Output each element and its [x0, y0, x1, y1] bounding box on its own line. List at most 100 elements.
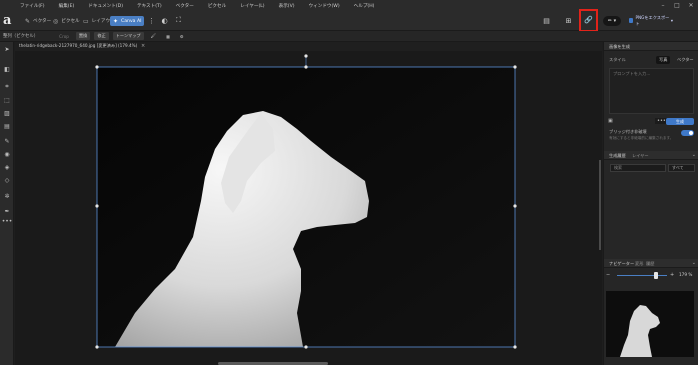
context-label: 整列（ピクセル）	[3, 34, 39, 39]
menu-help[interactable]: ヘルプ(H)	[346, 3, 381, 9]
chevron-down-icon[interactable]: ⌄	[692, 152, 696, 158]
generative-panel-header: 画像を生成	[604, 42, 698, 51]
tonemap-button[interactable]: トーンマップ	[112, 32, 144, 40]
filter-select[interactable]: すべて	[668, 164, 695, 172]
app-logo[interactable]: a	[3, 13, 17, 28]
window-controls: – □ ✕	[656, 0, 698, 11]
menu-document[interactable]: ドキュメント(D)	[80, 3, 129, 9]
fill-tool-icon[interactable]: ◉	[3, 150, 11, 158]
tab-layers[interactable]: レイヤー	[632, 153, 649, 159]
brush-tool-icon[interactable]: ✎	[3, 137, 11, 145]
menu-file[interactable]: ファイル(F)	[12, 3, 51, 9]
tab-transform[interactable]: 変形	[635, 261, 643, 267]
gear-icon[interactable]: ⚙	[177, 33, 187, 40]
crop-button[interactable]: Crop	[56, 33, 72, 40]
more-options-icon[interactable]: ⋮	[146, 15, 157, 26]
menu-text[interactable]: テキスト(T)	[129, 3, 168, 9]
handle-bottom-left[interactable]	[95, 345, 99, 349]
zoom-value[interactable]: 179 %	[679, 272, 692, 277]
handle-left[interactable]	[95, 204, 99, 208]
vertical-scrollbar[interactable]	[599, 160, 601, 250]
fix-button[interactable]: 修正	[94, 32, 109, 40]
persona-vector-label: ベクター	[33, 19, 52, 24]
image-tool-icon[interactable]: ▨	[3, 109, 11, 117]
tab-navigator[interactable]: ナビゲーター	[609, 261, 634, 267]
menu-edit[interactable]: 編集(E)	[51, 3, 81, 9]
prompt-input[interactable]: プロンプトを入力...	[609, 68, 694, 114]
selection-tool-icon[interactable]: ⬚	[3, 96, 11, 104]
pen-tool-icon[interactable]: ✒	[3, 207, 11, 215]
persona-canva-ai-label: Canva AI	[121, 18, 142, 24]
replace-button[interactable]: 置換	[75, 32, 91, 40]
minimize-icon[interactable]: –	[656, 0, 670, 11]
export-icon	[629, 18, 634, 23]
more-tools-icon[interactable]: •••	[2, 217, 13, 225]
zoom-slider-knob[interactable]	[654, 272, 658, 279]
chevron-down-icon: ▾	[669, 18, 673, 23]
maximize-icon[interactable]: □	[670, 0, 684, 11]
close-icon[interactable]: ✕	[684, 0, 698, 11]
zoom-slider-track[interactable]	[617, 275, 667, 276]
move-tool-icon[interactable]: ➤	[3, 45, 11, 53]
close-tab-icon[interactable]: ×	[141, 43, 145, 49]
clone-tool-icon[interactable]: ✲	[3, 192, 11, 200]
handle-top-right[interactable]	[513, 65, 517, 69]
fullscreen-icon[interactable]: ⛶	[173, 15, 184, 26]
context-toolbar: 整列（ピクセル） Crop 置換 修正 トーンマップ 🖌 ▦ ⚙	[0, 31, 698, 42]
menu-pixel[interactable]: ピクセル	[200, 3, 232, 9]
chevron-down-icon[interactable]: ⌄	[692, 260, 696, 266]
pixel-persona-icon: ◎	[53, 17, 59, 25]
tab-history[interactable]: 生成履歴	[609, 153, 626, 159]
export-png-button[interactable]: PNGをエクスポート ▾	[629, 14, 673, 26]
rotation-handle[interactable]	[304, 54, 308, 58]
persona-pixel-button[interactable]: ◎ ピクセル	[50, 16, 83, 26]
quick-mask-icon[interactable]: ◐	[159, 15, 170, 26]
handle-top[interactable]	[304, 65, 308, 69]
nondestructive-desc: 有効にすると非破壊的に編集されます。	[609, 136, 674, 140]
zoom-out-icon[interactable]: −	[606, 272, 610, 278]
handle-right[interactable]	[513, 204, 517, 208]
document-tabs: thelatin-ridgeback-2127970_640.jpg [変更済み…	[15, 42, 602, 51]
nondestructive-label: ブリッジ付き非破壊	[609, 129, 647, 134]
search-input[interactable]: 検索	[610, 164, 666, 172]
document-tab[interactable]: thelatin-ridgeback-2127970_640.jpg [変更済み…	[19, 43, 137, 49]
menu-window[interactable]: ウィンドウ(W)	[301, 3, 346, 9]
handle-bottom-right[interactable]	[513, 345, 517, 349]
zoom-in-icon[interactable]: +	[670, 272, 674, 278]
thumbnail-image	[620, 305, 660, 357]
persona-pixel-label: ピクセル	[61, 19, 80, 24]
paint-tool-icon[interactable]: ▤	[3, 122, 11, 130]
grid-icon[interactable]: ▦	[163, 33, 173, 40]
export-label: PNGをエクスポート	[635, 14, 670, 26]
menu-view[interactable]: 表示(V)	[271, 3, 301, 9]
navigator-thumbnail[interactable]	[606, 291, 694, 357]
shape-tool-icon[interactable]: ◇	[3, 176, 11, 184]
tools-panel: ➤ ◧ ⌗ ⬚ ▨ ▤ ✎ ◉ ◈ ◇ ✲ ✒ •••	[0, 42, 14, 365]
tab-history-nav[interactable]: 履歴	[646, 261, 654, 267]
generate-button[interactable]: 生成	[666, 118, 694, 125]
crop-tool-icon[interactable]: ⌗	[3, 83, 11, 91]
canvas-area[interactable]	[15, 51, 602, 365]
pencil-icon: ✏ ▾	[607, 18, 617, 24]
view-tool-icon[interactable]: ◧	[3, 65, 11, 73]
navigator-panel-header: ナビゲーター 変形 履歴 ⌄	[604, 259, 698, 268]
handle-bottom[interactable]	[304, 345, 308, 349]
image-reference-icon[interactable]: ▣	[608, 118, 613, 124]
canvas-svg	[95, 54, 517, 349]
nondestructive-toggle[interactable]	[681, 130, 694, 136]
menu-layer[interactable]: レイヤー(L)	[232, 3, 270, 9]
panel-toggle-icon[interactable]: ▤	[541, 15, 552, 26]
menu-vector[interactable]: ベクター	[168, 3, 200, 9]
snapping-icon[interactable]: ⊞	[563, 15, 574, 26]
persona-canva-ai-button[interactable]: ✦ Canva AI	[110, 16, 145, 26]
eraser-tool-icon[interactable]: ◈	[3, 163, 11, 171]
style-photo-toggle[interactable]: 写真	[656, 56, 671, 64]
layout-persona-icon: ▭	[83, 17, 89, 25]
handle-top-left[interactable]	[95, 65, 99, 69]
style-vector-toggle[interactable]: ベクター	[674, 56, 697, 64]
generative-panel-title: 画像を生成	[609, 44, 630, 49]
style-label: スタイル	[609, 57, 626, 62]
brush-icon[interactable]: 🖌	[148, 32, 159, 40]
vector-persona-icon: ✎	[25, 17, 31, 25]
edit-mode-dropdown[interactable]: ✏ ▾	[603, 16, 621, 26]
